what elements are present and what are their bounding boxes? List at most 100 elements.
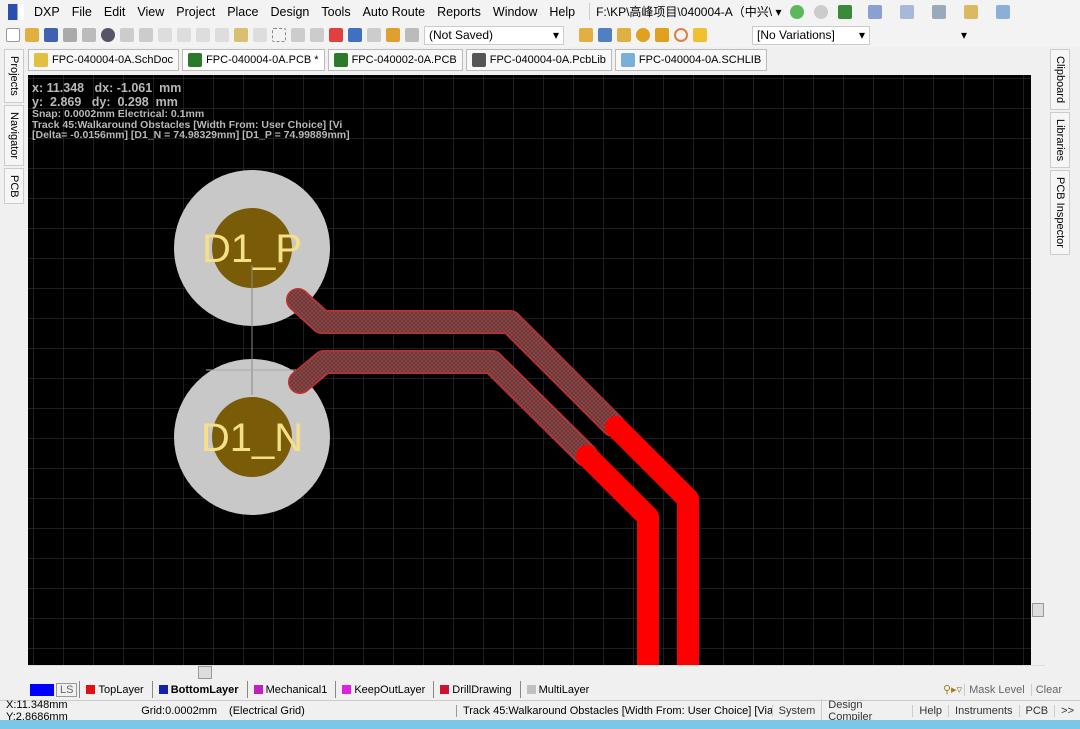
via-icon[interactable] — [655, 28, 669, 42]
layer-tab-bottomlayer[interactable]: BottomLayer — [151, 681, 245, 698]
undo-icon[interactable] — [348, 28, 362, 42]
variant-state-select[interactable]: (Not Saved) ▾ — [424, 25, 564, 45]
tab-schdoc[interactable]: FPC-040004-0A.SchDoc — [28, 49, 180, 71]
menu-window[interactable]: Window — [493, 5, 537, 19]
tab-label: FPC-040004-0A.PcbLib — [489, 54, 606, 66]
select-area-icon[interactable] — [272, 28, 286, 42]
cut-icon[interactable] — [196, 28, 210, 42]
back-icon[interactable] — [789, 4, 804, 19]
panel-tab-clipboard[interactable]: Clipboard — [1050, 49, 1070, 111]
right-panel-tabs: Clipboard Libraries PCB Inspector — [1050, 49, 1072, 258]
print-preview-icon[interactable] — [82, 28, 96, 42]
open-icon[interactable] — [25, 28, 39, 42]
status-more-button[interactable]: >> — [1054, 704, 1080, 717]
horizontal-scrollbar[interactable] — [28, 665, 1045, 679]
zoom-selected-icon[interactable] — [158, 28, 172, 42]
paste-icon[interactable] — [234, 28, 248, 42]
document-tabs: FPC-040004-0A.SchDoc FPC-040004-0A.PCB *… — [28, 49, 768, 73]
align-icon[interactable] — [963, 4, 978, 19]
3d-icon[interactable] — [101, 28, 115, 42]
crosshair-icon[interactable] — [386, 28, 400, 42]
current-layer-color[interactable] — [30, 683, 54, 696]
menu-help[interactable]: Help — [549, 5, 575, 19]
tab-pcblib[interactable]: FPC-040004-0A.PcbLib — [465, 49, 612, 71]
status-button-instruments[interactable]: Instruments — [948, 704, 1018, 717]
layer-label: KeepOutLayer — [354, 683, 426, 696]
menu-reports[interactable]: Reports — [437, 5, 481, 19]
menu-place[interactable]: Place — [227, 5, 258, 19]
layer-color-swatch — [86, 685, 96, 694]
status-coords: X:11.348mm Y:2.8686mm — [6, 698, 68, 723]
multi-route-icon[interactable] — [617, 28, 631, 42]
pcb-canvas[interactable]: D1_P D1_N x: 11.348 dx: -1.061 mm y: 2.8… — [28, 75, 1045, 665]
copy-icon[interactable] — [215, 28, 229, 42]
scroll-thumb[interactable] — [1032, 603, 1044, 617]
menu-view[interactable]: View — [137, 5, 164, 19]
variations-select[interactable]: [No Variations] ▾ — [752, 25, 870, 45]
fill-icon[interactable] — [693, 28, 707, 42]
left-panel-tabs: Projects Navigator PCB — [4, 49, 26, 207]
new-icon[interactable] — [6, 28, 20, 42]
move-icon[interactable] — [291, 28, 305, 42]
pcb-icon — [188, 53, 203, 67]
browse-icon[interactable] — [405, 28, 419, 42]
menu-edit[interactable]: Edit — [104, 5, 126, 19]
forward-icon[interactable] — [813, 4, 828, 19]
status-button-system[interactable]: System — [771, 704, 822, 717]
interactive-route-icon[interactable] — [579, 28, 593, 42]
pad-label-d1-n: D1_N — [201, 416, 303, 460]
menu-file[interactable]: File — [72, 5, 92, 19]
deselect-icon[interactable] — [310, 28, 324, 42]
layer-label: DrillDrawing — [452, 683, 512, 696]
zoom-area-icon[interactable] — [139, 28, 153, 42]
tab-pcb-active[interactable]: FPC-040004-0A.PCB * — [182, 49, 325, 71]
heads-up-display: x: 11.348 dx: -1.061 mm y: 2.869 dy: 0.2… — [32, 81, 350, 141]
layer-tab-toplayer[interactable]: TopLayer — [79, 681, 149, 698]
panel-tab-pcb-inspector[interactable]: PCB Inspector — [1050, 170, 1070, 256]
tab-pcb-2[interactable]: FPC-040002-0A.PCB — [327, 49, 463, 71]
tab-label: FPC-040002-0A.PCB — [351, 54, 457, 66]
pad-icon[interactable] — [636, 28, 650, 42]
menu-tools[interactable]: Tools — [321, 5, 350, 19]
panel-tab-pcb[interactable]: PCB — [4, 167, 24, 205]
project-path-dropdown[interactable]: F:\KP\高峰项目\040004-A（中兴\ ▾ — [589, 3, 782, 20]
menu-design[interactable]: Design — [270, 5, 309, 19]
scroll-thumb[interactable] — [198, 666, 212, 679]
filter-icon[interactable]: ⚲▸▿ — [943, 683, 962, 696]
empty-select[interactable]: ▾ — [889, 26, 971, 45]
status-button-pcb[interactable]: PCB — [1018, 704, 1055, 717]
clear-filter-icon[interactable] — [329, 28, 343, 42]
layer-set-button[interactable]: LS — [56, 682, 78, 697]
clear-button[interactable]: Clear — [1030, 683, 1066, 696]
menu-dxp[interactable]: DXP — [34, 5, 60, 19]
layer-tab-keepoutlayer[interactable]: KeepOutLayer — [335, 681, 431, 698]
arc-icon[interactable] — [674, 28, 688, 42]
status-bar: X:11.348mm Y:2.8686mm Grid:0.0002mm (Ele… — [0, 698, 1080, 723]
mask-level-button[interactable]: Mask Level — [964, 683, 1029, 696]
status-button-design-compiler[interactable]: Design Compiler — [821, 698, 912, 723]
menu-project[interactable]: Project — [176, 5, 215, 19]
tab-schlib[interactable]: FPC-040004-0A.SCHLIB — [614, 49, 768, 71]
toolbar: (Not Saved) ▾ [No Variations] ▾ ▾ — [0, 23, 1080, 47]
rubber-stamp-icon[interactable] — [253, 28, 267, 42]
find-icon[interactable] — [931, 4, 946, 19]
save-icon[interactable] — [44, 28, 58, 42]
menu-auto-route[interactable]: Auto Route — [363, 5, 426, 19]
panel-tab-libraries[interactable]: Libraries — [1050, 112, 1070, 169]
window-icon[interactable] — [995, 4, 1010, 19]
layer-tab-mechanical1[interactable]: Mechanical1 — [246, 681, 334, 698]
zoom-filter-icon[interactable] — [177, 28, 191, 42]
print-icon[interactable] — [63, 28, 77, 42]
layer-tab-drilldrawing[interactable]: DrillDrawing — [433, 681, 517, 698]
diff-pair-route-icon[interactable] — [598, 28, 612, 42]
status-button-help[interactable]: Help — [912, 704, 948, 717]
layer-tab-multilayer[interactable]: MultiLayer — [519, 681, 596, 698]
panel-tab-navigator[interactable]: Navigator — [4, 104, 24, 166]
zoom-fit-icon[interactable] — [120, 28, 134, 42]
chart-icon[interactable] — [867, 4, 882, 19]
layout-icon[interactable] — [899, 4, 914, 19]
vertical-scrollbar[interactable] — [1031, 75, 1045, 665]
panel-tab-projects[interactable]: Projects — [4, 49, 24, 103]
home-icon[interactable] — [837, 4, 852, 19]
redo-icon[interactable] — [367, 28, 381, 42]
